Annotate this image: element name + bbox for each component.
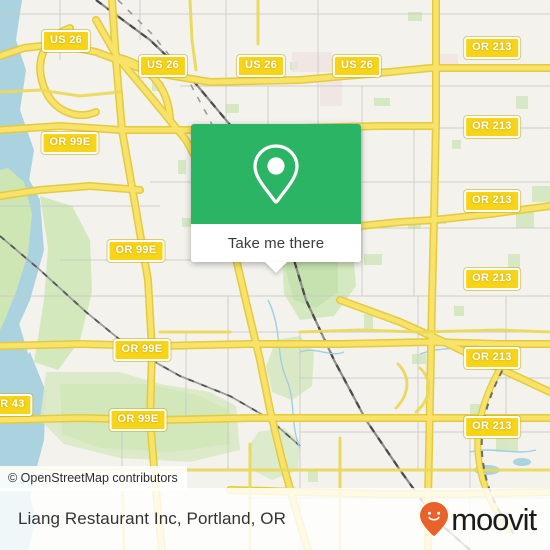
road-shield: OR 213 xyxy=(464,347,520,369)
popup-pointer xyxy=(265,262,287,273)
moovit-pin-icon xyxy=(420,502,449,536)
map-screenshot: US 26 US 26 US 26 US 26 OR 213 OR 213 OR 213 OR… xyxy=(0,0,550,550)
moovit-wordmark: moovit xyxy=(451,501,537,537)
take-me-there-popup[interactable]: Take me there xyxy=(191,124,361,273)
moovit-logo[interactable]: moovit xyxy=(419,501,537,537)
road-shield: OR 213 xyxy=(464,268,520,290)
road-shield: US 26 xyxy=(236,55,286,77)
footer-bar: Liang Restaurant Inc, Portland, OR moovi… xyxy=(0,488,550,550)
road-shield: OR 99E xyxy=(113,339,171,361)
road-shield: OR 99E xyxy=(107,240,165,262)
road-shield: OR 43 xyxy=(0,394,33,416)
road-shield: US 26 xyxy=(138,55,188,77)
road-shield: US 26 xyxy=(332,55,382,77)
road-shield: OR 213 xyxy=(464,116,520,138)
popup-footer[interactable]: Take me there xyxy=(191,224,361,273)
road-shield: OR 99E xyxy=(109,409,167,431)
road-shield: OR 99E xyxy=(41,132,99,154)
road-shield: US 26 xyxy=(41,30,91,52)
take-me-there-label: Take me there xyxy=(227,234,325,252)
road-shield: OR 213 xyxy=(464,416,520,438)
map-pin-icon xyxy=(253,144,299,204)
road-shield: OR 213 xyxy=(464,37,520,59)
popup-header xyxy=(191,124,361,224)
road-shield: OR 213 xyxy=(464,190,520,212)
place-title: Liang Restaurant Inc, Portland, OR xyxy=(18,509,286,528)
